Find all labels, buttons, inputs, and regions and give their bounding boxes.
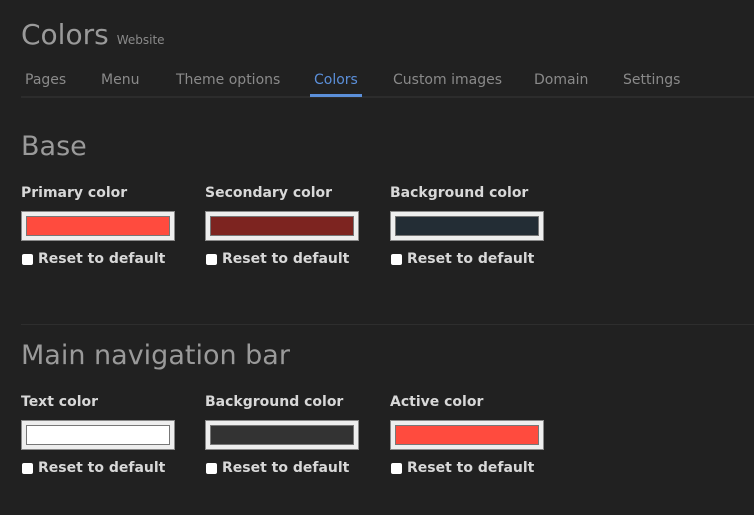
- nav-active-color-picker[interactable]: [390, 420, 544, 450]
- section-title-base: Base: [21, 131, 87, 162]
- tab-menu[interactable]: Menu: [101, 72, 139, 88]
- primary-color-picker[interactable]: [21, 211, 175, 241]
- color-swatch: [26, 216, 170, 236]
- title-row: Colors Website: [21, 18, 165, 51]
- color-swatch: [395, 216, 539, 236]
- page-subtitle: Website: [116, 33, 165, 47]
- reset-label: Reset to default: [407, 251, 535, 267]
- reset-label: Reset to default: [407, 460, 535, 476]
- field-label: Active color: [390, 394, 484, 410]
- color-swatch: [210, 425, 354, 445]
- page-title: Colors: [21, 18, 109, 51]
- field-background-color: Background color Reset to default: [390, 185, 550, 267]
- field-primary-color: Primary color Reset to default: [21, 185, 181, 267]
- color-swatch: [395, 425, 539, 445]
- tab-domain[interactable]: Domain: [534, 72, 588, 88]
- reset-checkbox[interactable]: [22, 253, 33, 265]
- field-label: Background color: [390, 185, 529, 201]
- field-label: Background color: [205, 394, 344, 410]
- reset-label: Reset to default: [38, 460, 166, 476]
- reset-checkbox[interactable]: [391, 462, 402, 474]
- color-swatch: [210, 216, 354, 236]
- reset-nav-background-color[interactable]: Reset to default: [205, 460, 365, 476]
- field-secondary-color: Secondary color Reset to default: [205, 185, 365, 267]
- reset-background-color[interactable]: Reset to default: [390, 251, 550, 267]
- field-nav-background-color: Background color Reset to default: [205, 394, 365, 476]
- reset-checkbox[interactable]: [206, 462, 217, 474]
- tab-custom-images[interactable]: Custom images: [393, 72, 502, 88]
- field-label: Secondary color: [205, 185, 333, 201]
- reset-label: Reset to default: [38, 251, 166, 267]
- nav-background-color-picker[interactable]: [205, 420, 359, 450]
- color-swatch: [26, 425, 170, 445]
- reset-checkbox[interactable]: [22, 462, 33, 474]
- field-nav-active-color: Active color Reset to default: [390, 394, 550, 476]
- active-tab-indicator: [310, 94, 362, 97]
- field-label: Primary color: [21, 185, 128, 201]
- tab-bar: Pages Menu Theme options Colors Custom i…: [21, 64, 754, 98]
- reset-checkbox[interactable]: [206, 253, 217, 265]
- tab-settings[interactable]: Settings: [623, 72, 680, 88]
- reset-label: Reset to default: [222, 251, 350, 267]
- background-color-picker[interactable]: [390, 211, 544, 241]
- tab-theme-options[interactable]: Theme options: [176, 72, 280, 88]
- secondary-color-picker[interactable]: [205, 211, 359, 241]
- reset-checkbox[interactable]: [391, 253, 402, 265]
- tab-pages[interactable]: Pages: [25, 72, 66, 88]
- section-divider: [21, 324, 754, 325]
- reset-label: Reset to default: [222, 460, 350, 476]
- reset-nav-text-color[interactable]: Reset to default: [21, 460, 181, 476]
- reset-secondary-color[interactable]: Reset to default: [205, 251, 365, 267]
- nav-text-color-picker[interactable]: [21, 420, 175, 450]
- colors-settings-page: Colors Website Pages Menu Theme options …: [0, 0, 754, 515]
- reset-nav-active-color[interactable]: Reset to default: [390, 460, 550, 476]
- section-title-main-navigation-bar: Main navigation bar: [21, 340, 290, 371]
- reset-primary-color[interactable]: Reset to default: [21, 251, 181, 267]
- field-label: Text color: [21, 394, 99, 410]
- field-nav-text-color: Text color Reset to default: [21, 394, 181, 476]
- tab-colors[interactable]: Colors: [314, 72, 358, 88]
